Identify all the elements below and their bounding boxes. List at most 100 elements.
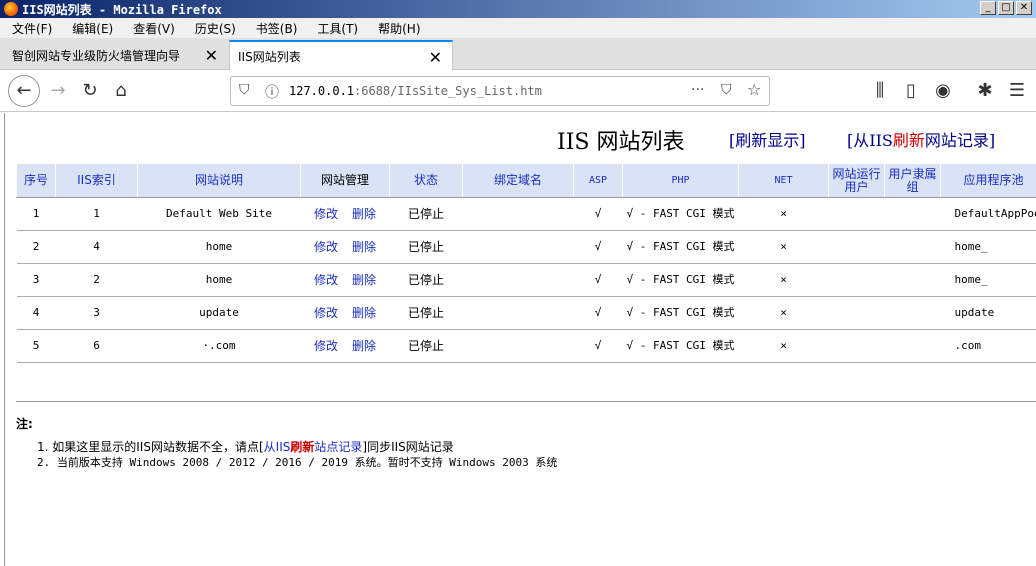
cell-run-user: [828, 329, 885, 363]
cell-run-user: [828, 230, 885, 264]
cell-iis-index: 1: [55, 197, 138, 231]
cell-domain: [462, 230, 574, 264]
url-text[interactable]: 127.0.0.1:6688/IIsSite_Sys_List.htm: [289, 84, 542, 98]
maximize-button[interactable]: □: [998, 1, 1014, 15]
delete-link[interactable]: 删除: [352, 306, 376, 320]
page-content: IIS 网站列表 [刷新显示] [从IIS刷新网站记录] 序号 IIS索引 网站…: [4, 113, 1036, 566]
tab-bar: 智创网站专业级防火墙管理向导 ✕ IIS网站列表 ✕ +: [0, 38, 1036, 103]
cell-asp: √: [573, 230, 623, 264]
cell-user-group: [884, 329, 941, 363]
library-icon[interactable]: ⫼: [866, 78, 894, 104]
cell-php: √ - FAST CGI 模式: [622, 329, 739, 363]
gift-icon[interactable]: ✱: [971, 78, 999, 104]
cell-site-manage: 修改 删除: [300, 296, 390, 330]
cell-user-group: [884, 197, 941, 231]
cell-user-group: [884, 263, 941, 297]
site-info-icon[interactable]: ⓘ: [265, 82, 279, 102]
delete-link[interactable]: 删除: [352, 240, 376, 254]
cell-iis-index: 2: [55, 263, 138, 297]
cell-php: √ - FAST CGI 模式: [622, 230, 739, 264]
tab-firewall-wizard[interactable]: 智创网站专业级防火墙管理向导 ✕: [4, 40, 228, 70]
col-domain: 绑定域名: [462, 163, 574, 198]
cell-status: 已停止: [389, 197, 463, 231]
close-window-button[interactable]: ✕: [1016, 1, 1032, 15]
col-status: 状态: [389, 163, 463, 198]
reload-button[interactable]: ↻: [76, 78, 104, 104]
col-asp: ASP: [573, 163, 623, 198]
iis-sites-table: 序号 IIS索引 网站说明 网站管理 状态 绑定域名 ASP PHP NET 网…: [16, 163, 1036, 363]
tab-iis-site-list[interactable]: IIS网站列表 ✕: [229, 40, 453, 71]
cell-php: √ - FAST CGI 模式: [622, 263, 739, 297]
col-iis-index: IIS索引: [55, 163, 138, 198]
cell-net: ×: [738, 329, 829, 363]
close-tab-icon[interactable]: ✕: [205, 46, 218, 65]
cell-domain: [462, 197, 574, 231]
pocket-icon[interactable]: ⛉: [721, 82, 732, 98]
cell-asp: √: [573, 296, 623, 330]
delete-link[interactable]: 删除: [352, 273, 376, 287]
cell-site-desc: Default Web Site: [137, 197, 301, 231]
tab-label: IIS网站列表: [238, 50, 301, 64]
col-php: PHP: [622, 163, 739, 198]
edit-link[interactable]: 修改: [314, 273, 338, 287]
sidebar-icon[interactable]: ▯: [897, 78, 925, 104]
cell-app-pool: home_: [940, 230, 1036, 264]
cell-run-user: [828, 296, 885, 330]
cell-user-group: [884, 296, 941, 330]
cell-domain: [462, 263, 574, 297]
edit-link[interactable]: 修改: [314, 207, 338, 221]
cell-app-pool: DefaultAppPool: [940, 197, 1036, 231]
cell-status: 已停止: [389, 296, 463, 330]
cell-no: 2: [16, 230, 56, 264]
edit-link[interactable]: 修改: [314, 306, 338, 320]
sync-site-records-link[interactable]: 从IIS刷新站点记录: [264, 440, 363, 454]
forward-button[interactable]: →: [44, 78, 72, 104]
cell-asp: √: [573, 263, 623, 297]
menu-edit[interactable]: 编辑(E): [60, 20, 121, 37]
app-menu-icon[interactable]: ☰: [1003, 78, 1031, 104]
refresh-display-link[interactable]: [刷新显示]: [729, 127, 806, 151]
account-icon[interactable]: ◉: [929, 78, 957, 104]
cell-asp: √: [573, 197, 623, 231]
col-no: 序号: [16, 163, 56, 198]
delete-link[interactable]: 删除: [352, 207, 376, 221]
cell-app-pool: update: [940, 296, 1036, 330]
menu-bookmarks[interactable]: 书签(B): [244, 20, 306, 37]
menu-view[interactable]: 查看(V): [121, 20, 183, 37]
cell-status: 已停止: [389, 263, 463, 297]
menu-history[interactable]: 历史(S): [183, 20, 244, 37]
table-header-row: 序号 IIS索引 网站说明 网站管理 状态 绑定域名 ASP PHP NET 网…: [16, 163, 1036, 198]
url-bar[interactable]: ⛉ ⓘ 127.0.0.1:6688/IIsSite_Sys_List.htm …: [230, 76, 770, 106]
menu-help[interactable]: 帮助(H): [366, 20, 428, 37]
cell-no: 1: [16, 197, 56, 231]
col-site-desc: 网站说明: [137, 163, 301, 198]
edit-link[interactable]: 修改: [314, 240, 338, 254]
sync-from-iis-link[interactable]: [从IIS刷新网站记录]: [847, 127, 995, 151]
cell-app-pool: home_: [940, 263, 1036, 297]
cell-domain: [462, 296, 574, 330]
close-tab-icon[interactable]: ✕: [429, 48, 442, 67]
page-actions-icon[interactable]: ···: [691, 82, 704, 98]
divider: [16, 401, 1036, 402]
cell-site-manage: 修改 删除: [300, 263, 390, 297]
cell-php: √ - FAST CGI 模式: [622, 197, 739, 231]
minimize-button[interactable]: _: [980, 1, 996, 15]
cell-status: 已停止: [389, 230, 463, 264]
menu-file[interactable]: 文件(F): [0, 20, 60, 37]
cell-net: ×: [738, 230, 829, 264]
menu-tools[interactable]: 工具(T): [305, 20, 366, 37]
back-button[interactable]: ←: [8, 75, 40, 107]
cell-iis-index: 6: [55, 329, 138, 363]
cell-net: ×: [738, 263, 829, 297]
home-button[interactable]: ⌂: [107, 78, 135, 104]
delete-link[interactable]: 删除: [352, 339, 376, 353]
cell-app-pool: .com: [940, 329, 1036, 363]
bookmark-star-icon[interactable]: ☆: [747, 80, 761, 99]
shield-icon[interactable]: ⛉: [239, 82, 250, 98]
cell-no: 3: [16, 263, 56, 297]
cell-site-desc: ·.com: [137, 329, 301, 363]
table-row: 2 4 home 修改 删除 已停止 √ √ - FAST CGI 模式 × ho…: [16, 230, 1036, 264]
window-title-bar: IIS网站列表 - Mozilla Firefox _ □ ✕: [0, 0, 1036, 18]
edit-link[interactable]: 修改: [314, 339, 338, 353]
cell-user-group: [884, 230, 941, 264]
